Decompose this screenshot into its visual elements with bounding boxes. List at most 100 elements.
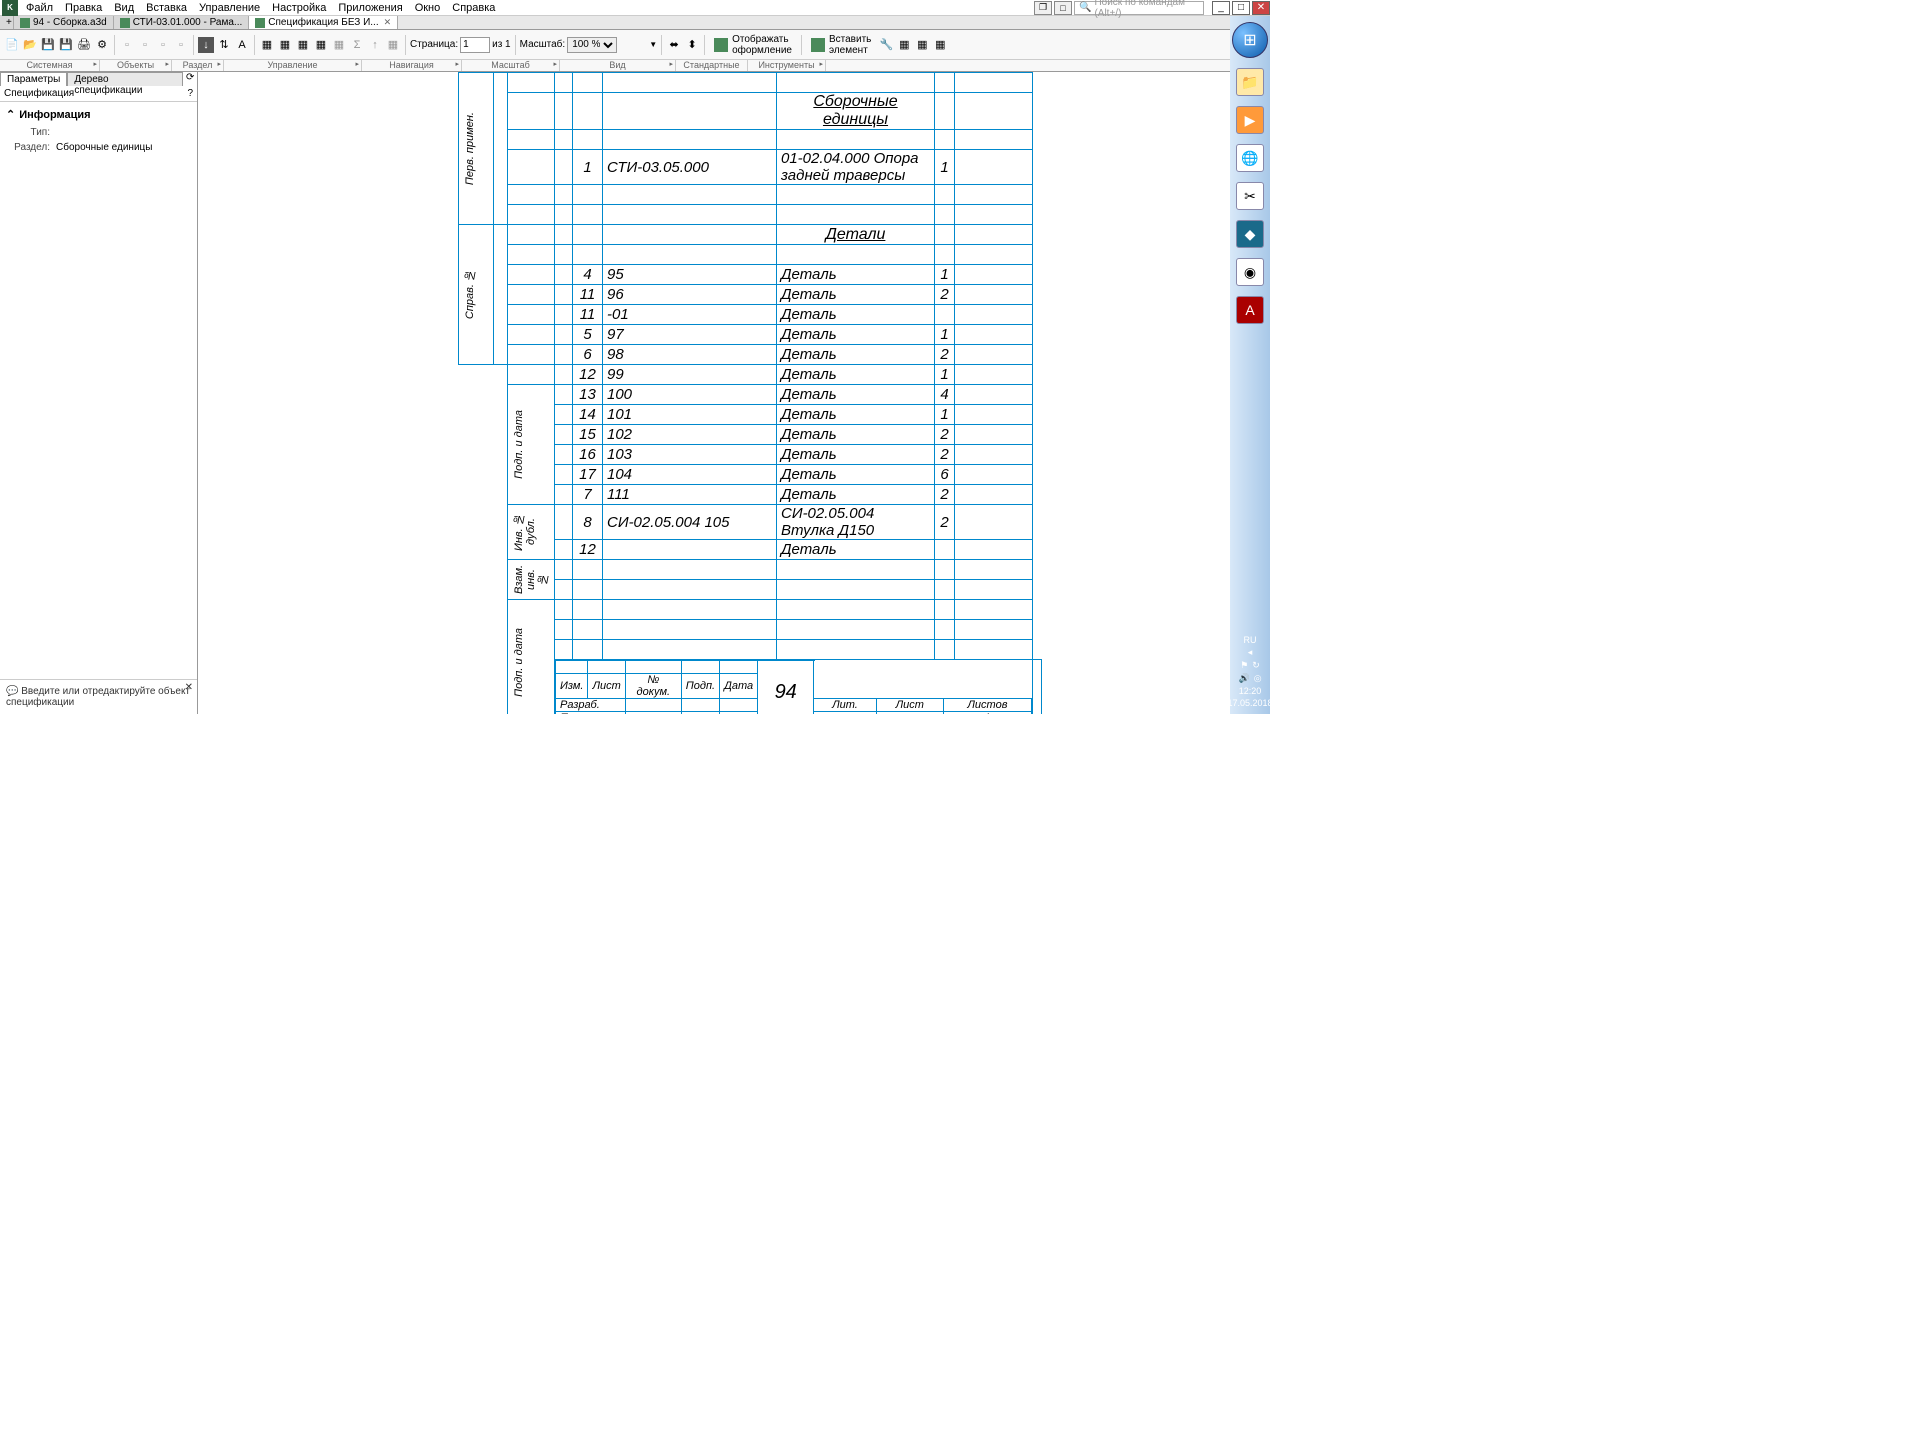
task-adobe-icon[interactable]: A <box>1236 296 1264 324</box>
row-code[interactable]: 98 <box>603 345 777 365</box>
row-qty[interactable]: 6 <box>935 465 955 485</box>
tray-arrow-icon[interactable]: ◂ <box>1227 647 1272 658</box>
row-code[interactable]: 103 <box>603 445 777 465</box>
menu-file[interactable]: Файл <box>20 0 59 16</box>
row-pos[interactable]: 7 <box>573 485 603 505</box>
row-pos[interactable]: 16 <box>573 445 603 465</box>
row-name[interactable]: Деталь <box>777 445 935 465</box>
tab-close-icon[interactable]: ✕ <box>384 17 392 28</box>
menu-view[interactable]: Вид <box>108 0 140 16</box>
row-pos[interactable]: 15 <box>573 425 603 445</box>
row-name[interactable]: СИ-02.05.004 Втулка Д150 <box>777 505 935 540</box>
tray-date[interactable]: 17.05.2018 <box>1227 698 1272 708</box>
print-icon[interactable]: 🖨 <box>76 37 92 53</box>
mgmt8-icon[interactable]: ▦ <box>385 37 401 53</box>
tray-sync-icon[interactable]: ↻ <box>1252 660 1260 671</box>
row-pos[interactable]: 5 <box>573 325 603 345</box>
sort-icon[interactable]: ⇅ <box>216 37 232 53</box>
minimize-button[interactable]: _ <box>1212 1 1230 15</box>
open-icon[interactable]: 📂 <box>22 37 38 53</box>
row-pos[interactable]: 17 <box>573 465 603 485</box>
row-qty[interactable]: 2 <box>935 345 955 365</box>
row-code[interactable]: 97 <box>603 325 777 345</box>
mgmt4-icon[interactable]: ▦ <box>313 37 329 53</box>
obj3-icon[interactable]: ▫ <box>155 37 171 53</box>
row-name[interactable]: Деталь <box>777 465 935 485</box>
hint-close-icon[interactable]: ✕ <box>185 682 193 693</box>
tab-2[interactable]: Спецификация БЕЗ И...✕ <box>249 16 398 29</box>
row-qty[interactable]: 2 <box>935 285 955 305</box>
row-qty[interactable] <box>935 305 955 325</box>
task-explorer-icon[interactable]: 📁 <box>1236 68 1264 96</box>
tray-lang[interactable]: RU <box>1227 635 1272 645</box>
scale-select[interactable]: 100 % <box>567 37 617 53</box>
row-name[interactable]: Деталь <box>777 385 935 405</box>
row-qty[interactable]: 1 <box>935 365 955 385</box>
row-qty[interactable]: 1 <box>935 325 955 345</box>
task-chrome-icon[interactable]: ◉ <box>1236 258 1264 286</box>
command-search[interactable]: 🔍 Поиск по командам (Alt+/) <box>1074 1 1204 15</box>
mgmt2-icon[interactable]: ▦ <box>277 37 293 53</box>
row-code[interactable]: 96 <box>603 285 777 305</box>
add-tab-button[interactable]: + <box>0 16 14 29</box>
row-code[interactable]: 100 <box>603 385 777 405</box>
sidebar-tab-tree[interactable]: Дерево спецификации <box>67 72 183 86</box>
sidebar-tab-params[interactable]: Параметры <box>0 72 67 86</box>
menu-edit[interactable]: Правка <box>59 0 108 16</box>
canvas[interactable]: Перв. примен. Сборочные единицы 1СТИ-03.… <box>198 72 1270 714</box>
mgmt7-icon[interactable]: ↑ <box>367 37 383 53</box>
menu-settings[interactable]: Настройка <box>266 0 332 16</box>
az-icon[interactable]: A <box>234 37 250 53</box>
row-pos[interactable]: 14 <box>573 405 603 425</box>
row-qty[interactable]: 1 <box>935 150 955 185</box>
insert-element-button[interactable]: Вставить элемент <box>806 31 876 59</box>
save-icon[interactable]: 💾 <box>40 37 56 53</box>
tray-flag-icon[interactable]: ⚑ <box>1240 660 1248 671</box>
row-code[interactable]: -01 <box>603 305 777 325</box>
start-button[interactable]: ⊞ <box>1232 22 1268 58</box>
row-qty[interactable]: 4 <box>935 385 955 405</box>
row-name[interactable]: Деталь <box>777 405 935 425</box>
task-media-icon[interactable]: ▶ <box>1236 106 1264 134</box>
row-qty[interactable]: 2 <box>935 485 955 505</box>
row-pos[interactable]: 8 <box>573 505 603 540</box>
row-pos[interactable]: 4 <box>573 265 603 285</box>
mgmt5-icon[interactable]: ▦ <box>331 37 347 53</box>
row-code[interactable]: СИ-02.05.004 105 <box>603 505 777 540</box>
row-pos[interactable]: 6 <box>573 345 603 365</box>
row-qty[interactable]: 2 <box>935 505 955 540</box>
mgmt6-icon[interactable]: Σ <box>349 37 365 53</box>
new-icon[interactable]: 📄 <box>4 37 20 53</box>
row-name[interactable]: Деталь <box>777 485 935 505</box>
menu-apps[interactable]: Приложения <box>332 0 408 16</box>
row-name[interactable]: Деталь <box>777 540 935 560</box>
row-pos[interactable]: 12 <box>573 540 603 560</box>
row-pos[interactable]: 1 <box>573 150 603 185</box>
restore-down-icon[interactable]: ❐ <box>1034 1 1052 15</box>
mgmt3-icon[interactable]: ▦ <box>295 37 311 53</box>
task-snip-icon[interactable]: ✂ <box>1236 182 1264 210</box>
refresh-icon[interactable]: ⟳ <box>183 72 197 86</box>
obj4-icon[interactable]: ▫ <box>173 37 189 53</box>
section-info[interactable]: ⌃Информация <box>6 108 191 121</box>
row-name[interactable]: Деталь <box>777 365 935 385</box>
row-qty[interactable]: 1 <box>935 405 955 425</box>
row-name[interactable]: 01-02.04.000 Опора задней траверсы <box>777 150 935 185</box>
row-qty[interactable]: 2 <box>935 425 955 445</box>
fit-width-icon[interactable]: ⬌ <box>666 37 682 53</box>
row-name[interactable]: Деталь <box>777 345 935 365</box>
menu-manage[interactable]: Управление <box>193 0 266 16</box>
close-button[interactable]: ✕ <box>1252 1 1270 15</box>
std1-icon[interactable]: 🔧 <box>878 37 894 53</box>
row-qty[interactable] <box>935 540 955 560</box>
obj2-icon[interactable]: ▫ <box>137 37 153 53</box>
row-name[interactable]: Деталь <box>777 305 935 325</box>
row-pos[interactable]: 11 <box>573 305 603 325</box>
row-name[interactable]: Деталь <box>777 285 935 305</box>
maximize-button[interactable]: □ <box>1232 1 1250 15</box>
row-name[interactable]: Деталь <box>777 325 935 345</box>
std3-icon[interactable]: ▦ <box>914 37 930 53</box>
help-icon[interactable]: ? <box>187 88 193 99</box>
menu-help[interactable]: Справка <box>446 0 501 16</box>
show-format-button[interactable]: Отображать оформление <box>709 31 797 59</box>
